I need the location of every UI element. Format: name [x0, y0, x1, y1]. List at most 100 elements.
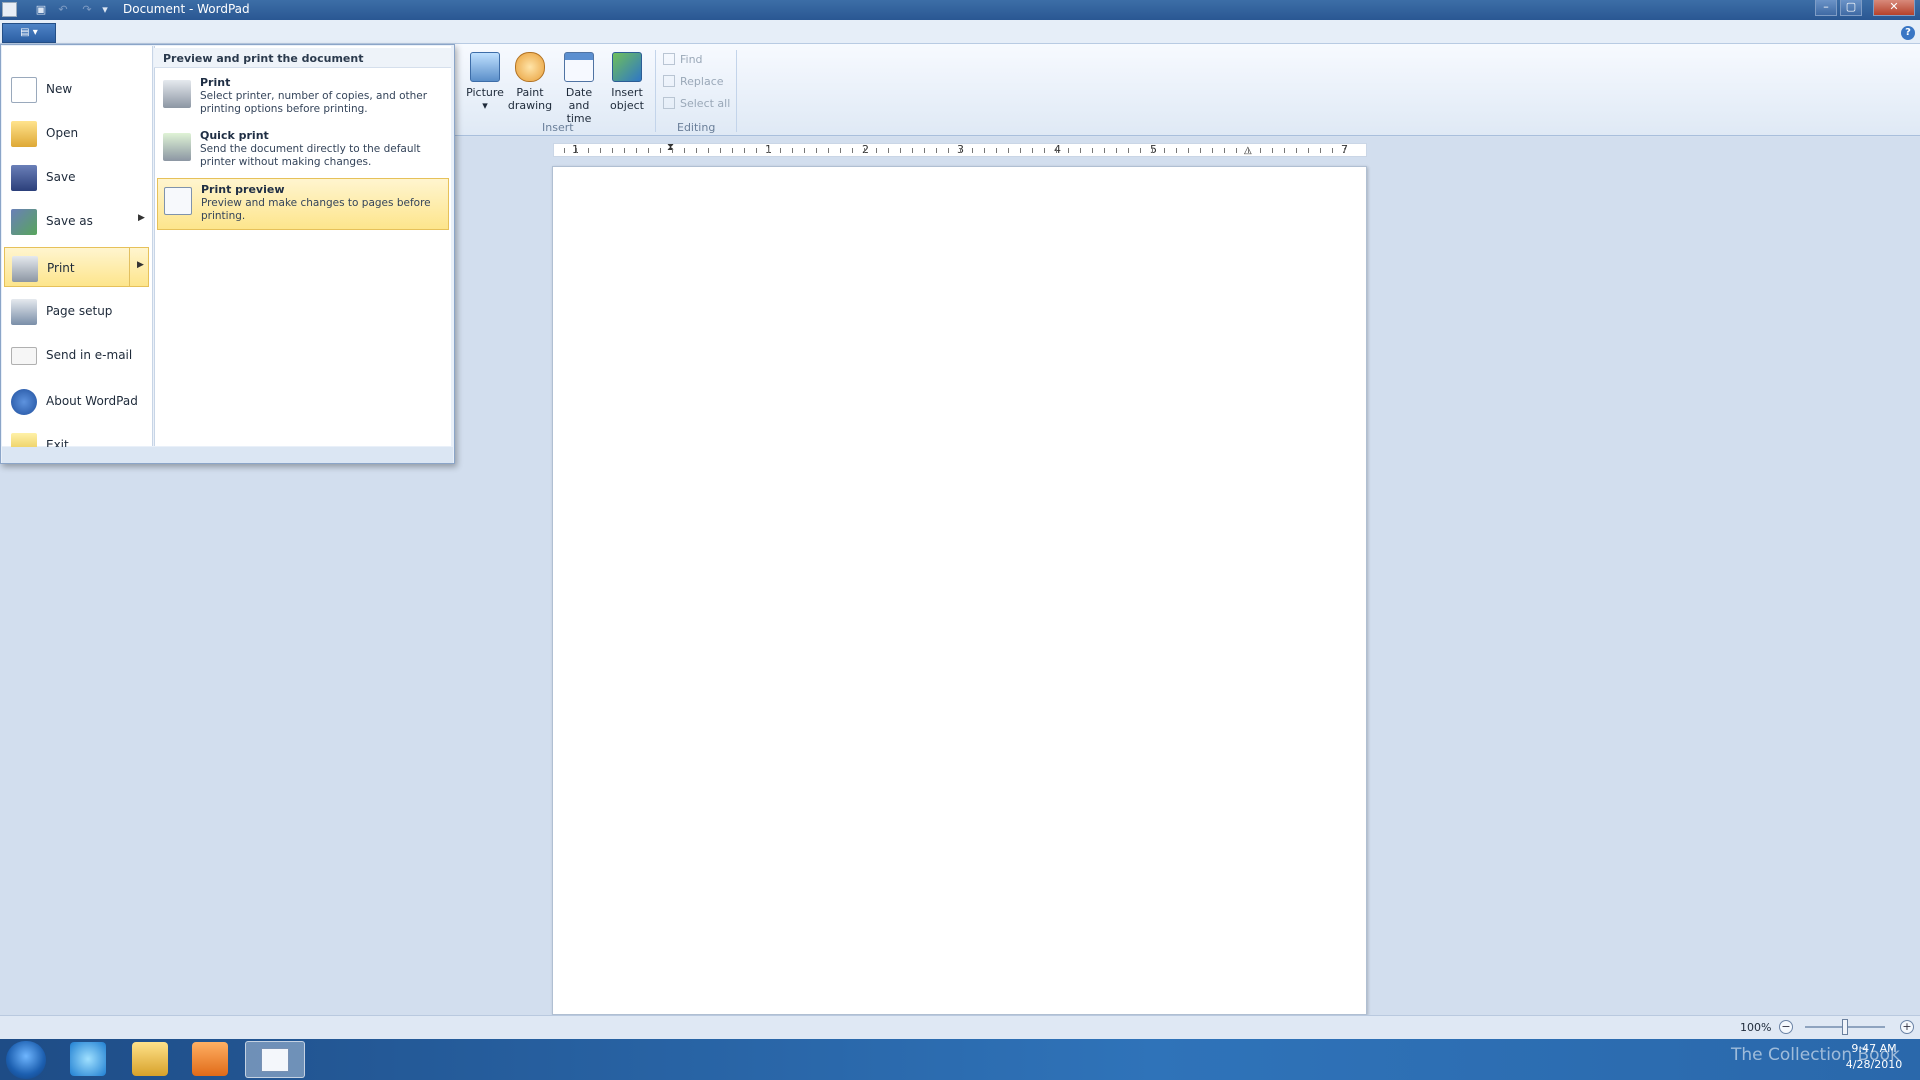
ruler-tick [1080, 148, 1081, 153]
menu-item-label: New [46, 82, 73, 96]
quick-save-icon[interactable]: ▣ [34, 3, 48, 17]
wordpad-app-icon[interactable] [2, 2, 17, 17]
ruler-tick [888, 148, 889, 153]
ruler-tick [1140, 148, 1141, 153]
menu-item-label: Open [46, 126, 79, 140]
menu-item-about-wordpad[interactable]: About WordPad [4, 381, 149, 421]
media-player-icon[interactable] [192, 1042, 228, 1076]
menu-split-divider [129, 248, 130, 286]
ruler-tick [792, 148, 793, 153]
ruler-tick [1032, 148, 1033, 153]
ruler-tick [840, 148, 841, 153]
ruler-tick [1236, 148, 1237, 153]
window-title: Document - WordPad [123, 2, 250, 16]
ruler-tick [1332, 148, 1333, 153]
ruler-tick [1188, 148, 1189, 153]
menu-item-send-in-email[interactable]: Send in e-mail [4, 335, 149, 375]
menu-item-new[interactable]: New [4, 69, 149, 109]
ruler-tick [660, 148, 661, 153]
windows-explorer-icon[interactable] [132, 1042, 168, 1076]
status-bar [0, 1015, 1920, 1039]
menu-item-label: Save as [46, 214, 93, 228]
application-menu-button[interactable]: ▤ ▾ [2, 23, 56, 43]
submenu-header: Preview and print the document [154, 48, 451, 68]
horizontal-ruler[interactable]: 1 1 2 3 4 5 7 ⧗ △ [553, 142, 1367, 157]
paint-drawing-button[interactable]: Paint drawing [507, 52, 553, 112]
paint-label: Paint [516, 86, 544, 99]
title-bar: ▣ ↶ ↷ ▾ Document - WordPad – ▢ ✕ [0, 0, 1920, 20]
internet-explorer-icon[interactable] [70, 1042, 106, 1076]
select-all-label: Select all [680, 97, 731, 110]
ruler-tick [600, 148, 601, 153]
clock-date: 4/28/2010 [1845, 1058, 1903, 1071]
menu-item-print[interactable]: Print ▶ [4, 247, 149, 287]
submenu-item-print[interactable]: Print Select printer, number of copies, … [157, 72, 449, 124]
ruler-tick [1224, 148, 1225, 153]
submenu-arrow-icon[interactable]: ▶ [137, 260, 144, 270]
zoom-slider-thumb[interactable] [1842, 1019, 1848, 1035]
print-preview-icon [164, 187, 192, 215]
wordpad-icon [261, 1048, 289, 1072]
application-menu-footer [2, 447, 453, 463]
ruler-tick [1344, 148, 1345, 153]
customize-quick-access-icon[interactable]: ▾ [98, 3, 112, 17]
undo-icon[interactable]: ↶ [56, 3, 70, 17]
menu-item-save[interactable]: Save [4, 157, 149, 197]
ruler-tick [996, 148, 997, 153]
menu-item-page-setup[interactable]: Page setup [4, 291, 149, 331]
ruler-tick [756, 148, 757, 153]
picture-label: Picture [466, 86, 504, 99]
submenu-item-description: Select printer, number of copies, and ot… [200, 90, 428, 115]
save-as-icon [11, 209, 37, 235]
system-clock[interactable]: 9:47 AM 4/28/2010 [1839, 1041, 1909, 1073]
menu-item-label: Send in e-mail [46, 348, 133, 362]
ruler-tick [1200, 148, 1201, 153]
select-all-button[interactable]: Select all [663, 97, 730, 110]
wordpad-taskbar-button[interactable] [245, 1041, 305, 1078]
redo-icon[interactable]: ↷ [80, 3, 94, 17]
replace-button[interactable]: Replace [663, 75, 724, 88]
close-button[interactable]: ✕ [1873, 0, 1915, 16]
ruler-tick [1164, 148, 1165, 153]
start-button[interactable] [6, 1041, 46, 1079]
menu-item-save-as[interactable]: Save as ▶ [4, 201, 149, 241]
ruler-tick [828, 148, 829, 153]
replace-icon [663, 75, 675, 87]
find-button[interactable]: Find [663, 53, 703, 66]
ruler-tick [720, 148, 721, 153]
ruler-tick [1092, 148, 1093, 153]
help-icon[interactable]: ? [1901, 26, 1915, 40]
insert-object-button[interactable]: Insert object [604, 52, 650, 112]
ruler-tick [900, 148, 901, 153]
menu-item-open[interactable]: Open [4, 113, 149, 153]
zoom-percentage: 100% [1740, 1021, 1772, 1034]
ribbon-group-separator [655, 50, 656, 132]
ruler-tick [804, 148, 805, 153]
printer-icon [12, 256, 38, 282]
document-page[interactable] [552, 166, 1367, 1015]
picture-button[interactable]: Picture ▾ [462, 52, 508, 112]
ruler-tick [612, 148, 613, 153]
zoom-out-button[interactable]: − [1779, 1020, 1793, 1034]
date-and-time-button[interactable]: Date and time [556, 52, 602, 125]
submenu-item-title: Print preview [201, 183, 285, 196]
ruler-tick [936, 148, 937, 153]
editing-group-label: Editing [677, 121, 716, 134]
ruler-tick [672, 148, 673, 153]
ruler-tick [1212, 148, 1213, 153]
replace-label: Replace [680, 75, 724, 88]
application-menu: New Open Save Save as ▶ Print ▶ Page set… [0, 44, 455, 464]
drawing-label: drawing [507, 99, 553, 112]
submenu-item-print-preview[interactable]: Print preview Preview and make changes t… [157, 178, 449, 230]
ruler-tick [912, 148, 913, 153]
ruler-tick [1248, 148, 1249, 153]
insert-object-icon [612, 52, 642, 82]
ruler-tick [564, 148, 565, 153]
minimize-button[interactable]: – [1815, 0, 1837, 16]
submenu-item-quick-print[interactable]: Quick print Send the document directly t… [157, 125, 449, 177]
submenu-item-title: Print [200, 76, 231, 89]
zoom-in-button[interactable]: + [1900, 1020, 1914, 1034]
ruler-tick [1296, 148, 1297, 153]
ruler-tick [1020, 148, 1021, 153]
maximize-button[interactable]: ▢ [1840, 0, 1862, 16]
